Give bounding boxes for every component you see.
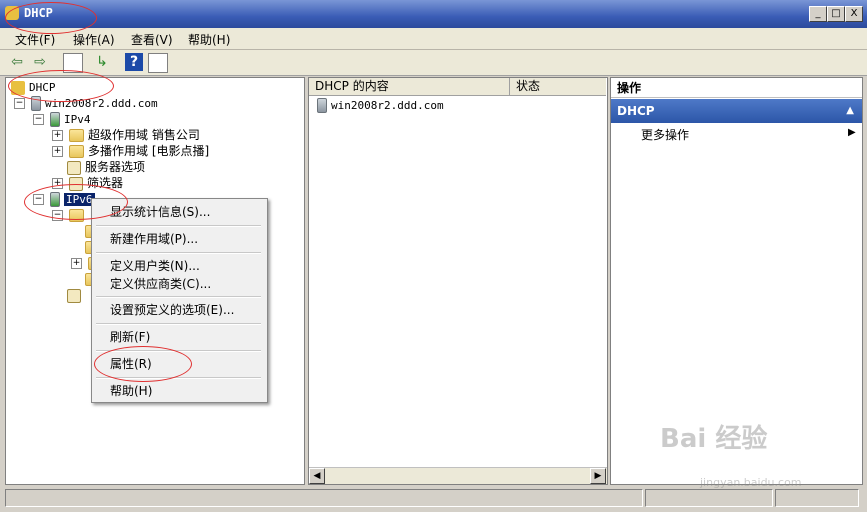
annotation-ellipse-ipv6 [24, 184, 128, 220]
status-panel-main [5, 489, 643, 507]
watermark-url: jingyan.baidu.com [700, 476, 802, 489]
menu-item-define-user-class[interactable]: 定义用户类(N)... [92, 257, 265, 275]
forward-arrow-icon[interactable]: ⇨ [31, 53, 49, 71]
server-icon [317, 98, 327, 113]
menu-item-refresh[interactable]: 刷新(F) [92, 328, 265, 346]
tree-item-ipv6-options[interactable] [67, 287, 85, 303]
content-list-pane: DHCP 的内容 状态 win2008r2.ddd.com ◀ ▶ [308, 77, 608, 485]
status-panel-3 [775, 489, 859, 507]
list-item-name: win2008r2.ddd.com [331, 99, 444, 112]
help-icon[interactable]: ? [125, 53, 143, 71]
menu-item-new-scope[interactable]: 新建作用域(P)... [92, 230, 265, 248]
annotation-ellipse-properties [94, 346, 192, 382]
export-list-icon[interactable]: ↳ [93, 53, 111, 71]
tree-label: 多播作用域 [电影点播] [88, 144, 210, 158]
tree-item-ipv4[interactable]: − IPv4 [33, 111, 91, 127]
actions-section-label: DHCP [617, 104, 655, 118]
expand-toggle[interactable]: + [71, 258, 82, 269]
status-panel-2 [645, 489, 773, 507]
column-header-name[interactable]: DHCP 的内容 [309, 78, 510, 96]
show-action-pane-icon[interactable] [148, 53, 168, 73]
folder-icon [69, 129, 84, 142]
actions-header: 操作 [611, 78, 862, 98]
menu-view[interactable]: 查看(V) [131, 31, 173, 48]
tree-item-superscope[interactable]: + 超级作用域 销售公司 [52, 127, 200, 143]
menu-action[interactable]: 操作(A) [73, 31, 115, 48]
menu-bar: 文件(F) 操作(A) 查看(V) 帮助(H) [0, 28, 867, 50]
column-header-status[interactable]: 状态 [510, 78, 606, 96]
collapse-up-icon[interactable]: ▲ [846, 99, 854, 123]
ipv4-icon [50, 112, 60, 127]
scroll-left-arrow-icon[interactable]: ◀ [309, 468, 325, 484]
menu-separator [96, 323, 261, 325]
actions-section-dhcp[interactable]: DHCP ▲ [611, 99, 862, 123]
tree-label: IPv4 [64, 113, 91, 126]
expand-toggle[interactable]: + [52, 130, 63, 141]
menu-separator [96, 225, 261, 227]
maximize-button[interactable]: □ [827, 6, 845, 22]
list-item[interactable]: win2008r2.ddd.com [317, 97, 444, 113]
horizontal-scrollbar[interactable]: ◀ ▶ [309, 467, 607, 484]
minimize-button[interactable]: _ [809, 6, 827, 22]
scroll-right-arrow-icon[interactable]: ▶ [590, 468, 606, 484]
collapse-toggle[interactable]: − [14, 98, 25, 109]
more-actions-label: 更多操作 [641, 128, 690, 142]
server-options-icon [67, 288, 81, 303]
menu-item-define-vendor-class[interactable]: 定义供应商类(C)... [92, 275, 265, 293]
menu-help[interactable]: 帮助(H) [188, 31, 230, 48]
tree-label: 超级作用域 销售公司 [88, 128, 200, 142]
annotation-ellipse-title [5, 2, 97, 34]
menu-item-set-predefined-options[interactable]: 设置预定义的选项(E)... [92, 301, 265, 319]
close-button[interactable]: X [845, 6, 863, 22]
menu-item-help[interactable]: 帮助(H) [92, 382, 265, 400]
server-options-icon [67, 160, 81, 175]
annotation-ellipse-dhcp-root [8, 70, 114, 102]
title-bar: DHCP _ □ X [0, 0, 867, 28]
back-arrow-icon[interactable]: ⇦ [8, 53, 26, 71]
submenu-arrow-icon: ▶ [848, 127, 856, 138]
status-bar [5, 489, 861, 507]
tree-item-server-options[interactable]: 服务器选项 [67, 159, 145, 175]
tree-label: 服务器选项 [85, 160, 146, 174]
expand-toggle[interactable]: + [52, 146, 63, 157]
menu-separator [96, 252, 261, 254]
more-actions-item[interactable]: 更多操作 [641, 126, 689, 143]
toolbar: ⇦ ⇨ ↳ ? [0, 50, 867, 76]
tree-item-multicast[interactable]: + 多播作用域 [电影点播] [52, 143, 209, 159]
collapse-toggle[interactable]: − [33, 114, 44, 125]
folder-icon [69, 145, 84, 158]
menu-separator [96, 296, 261, 298]
watermark-logo: Bai 经验 [660, 424, 768, 454]
